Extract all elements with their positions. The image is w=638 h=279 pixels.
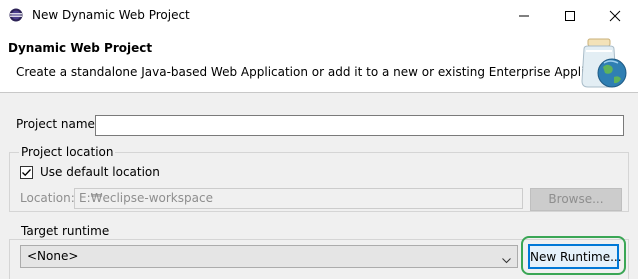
target-runtime-selected: <None> bbox=[27, 249, 79, 263]
use-default-location-checkbox[interactable] bbox=[20, 166, 33, 179]
browse-button[interactable]: Browse... bbox=[530, 188, 622, 211]
minimize-button[interactable] bbox=[501, 0, 547, 31]
minimize-icon bbox=[519, 15, 529, 17]
target-runtime-group-label: Target runtime bbox=[19, 224, 112, 239]
window-title: New Dynamic Web Project bbox=[32, 8, 190, 22]
maximize-icon bbox=[565, 11, 575, 21]
location-label: Location: bbox=[20, 191, 75, 205]
maximize-button[interactable] bbox=[547, 0, 593, 31]
close-button[interactable] bbox=[592, 0, 638, 31]
banner-description: Create a standalone Java-based Web Appli… bbox=[16, 65, 626, 79]
wizard-body: Project name: Project location Use defau… bbox=[0, 93, 638, 279]
wizard-banner: Dynamic Web Project Create a standalone … bbox=[0, 31, 638, 92]
close-icon bbox=[609, 10, 621, 22]
project-location-group-label: Project location bbox=[19, 145, 116, 160]
location-input[interactable]: E:₩eclipse-workspace bbox=[74, 188, 523, 209]
project-name-input[interactable] bbox=[95, 115, 624, 136]
chevron-down-icon bbox=[502, 253, 511, 268]
web-project-jar-globe-icon bbox=[574, 37, 630, 91]
new-runtime-button[interactable]: New Runtime... bbox=[528, 244, 622, 269]
project-name-label: Project name: bbox=[16, 117, 99, 131]
checkmark-icon bbox=[22, 169, 31, 177]
title-bar: New Dynamic Web Project bbox=[0, 0, 638, 31]
banner-title: Dynamic Web Project bbox=[8, 41, 153, 55]
use-default-location-label: Use default location bbox=[40, 165, 160, 179]
target-runtime-dropdown[interactable]: <None> bbox=[20, 245, 518, 268]
eclipse-icon bbox=[9, 8, 23, 22]
